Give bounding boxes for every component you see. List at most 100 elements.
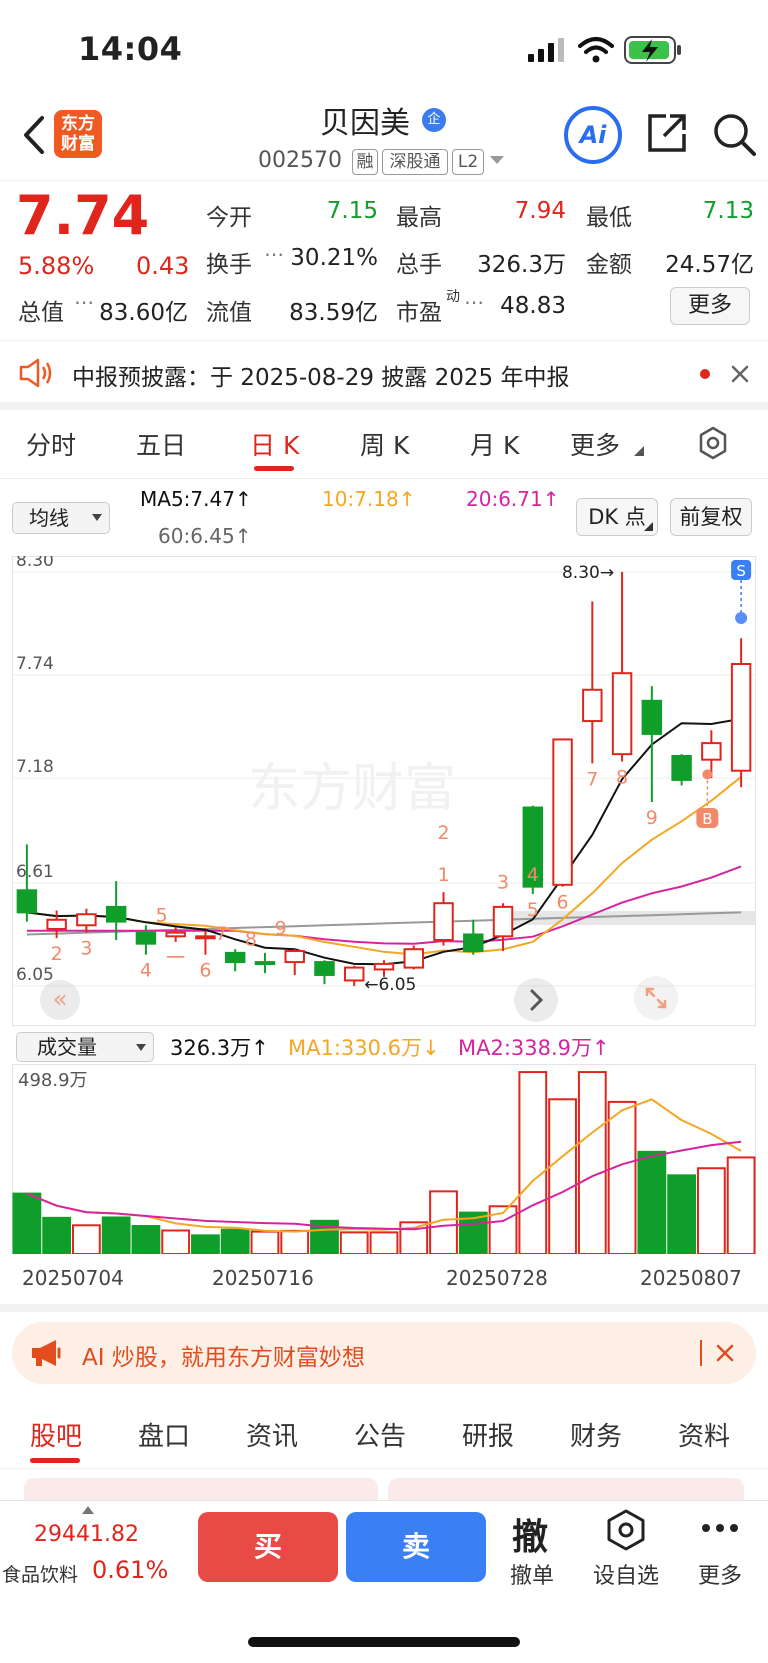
tab-weekly-k[interactable]: 周 K — [360, 426, 409, 462]
add-watchlist-button[interactable]: 设自选 — [586, 1558, 666, 1590]
tag-shenzhen-connect: 深股通 — [382, 149, 448, 175]
candle-body — [254, 961, 276, 966]
tab-five-day[interactable]: 五日 — [136, 426, 186, 462]
volume-label: 总手 — [396, 252, 442, 278]
tab-order-book[interactable]: 盘口 — [138, 1416, 190, 1453]
candle-body — [224, 951, 246, 964]
scroll-left-button[interactable]: « — [40, 980, 80, 1020]
volume-max-label: 498.9万 — [18, 1070, 88, 1091]
candle-body — [433, 902, 454, 942]
tab-intraday[interactable]: 分时 — [26, 426, 76, 462]
volume-current-text: 326.3万 — [170, 1036, 252, 1060]
float-cap-value: 83.59亿 — [289, 300, 378, 326]
stock-code: 002570 — [258, 148, 342, 173]
tab-research[interactable]: 研报 — [462, 1416, 514, 1453]
caret-up-icon[interactable] — [82, 1506, 94, 1514]
adjust-button[interactable]: 前复权 — [670, 498, 752, 536]
ma60-text: 60:6.45 — [158, 524, 235, 548]
tab-announcements[interactable]: 公告 — [354, 1416, 406, 1453]
gear-icon[interactable] — [696, 426, 730, 460]
post-card[interactable] — [388, 1478, 744, 1500]
sector-name[interactable]: 食品饮料 — [2, 1560, 78, 1587]
enterprise-badge: 企 — [422, 108, 446, 132]
volume-bar — [280, 1229, 310, 1254]
amount-label: 金额 — [586, 252, 632, 278]
sequence-label: 9 — [275, 917, 287, 939]
stock-name: 贝因美 — [320, 106, 410, 141]
ma-selector-label: 均线 — [29, 506, 69, 530]
scroll-right-button[interactable] — [514, 978, 558, 1022]
candle-body — [105, 905, 127, 923]
ai-button[interactable]: Ai — [564, 106, 622, 164]
date-label: 20250716 — [212, 1266, 314, 1290]
candle-body — [284, 950, 305, 964]
volume-bar — [191, 1234, 220, 1254]
info-icon[interactable]: ⋯ — [74, 290, 94, 314]
megaphone-icon — [32, 1340, 61, 1366]
pe-value: 48.83 — [500, 293, 566, 319]
y-tick-label: 7.74 — [16, 654, 54, 674]
chevron-right-icon — [530, 989, 544, 1011]
sequence-label: 2 — [51, 943, 63, 965]
sell-button[interactable]: 卖 — [346, 1512, 486, 1582]
close-icon[interactable] — [730, 364, 750, 384]
volume-bar — [369, 1231, 399, 1254]
info-icon[interactable]: ⋯ — [464, 290, 484, 314]
candle-body — [76, 913, 97, 927]
add-watchlist-icon[interactable] — [604, 1508, 648, 1552]
volume-bar — [548, 1098, 577, 1254]
ma5-text: MA5:7.47 — [140, 487, 235, 511]
more-actions-button[interactable]: 更多 — [680, 1558, 760, 1590]
sequence-label: 5 — [527, 899, 539, 921]
candle-body — [314, 961, 335, 976]
dropdown-icon[interactable] — [490, 156, 504, 166]
candle-body — [344, 966, 365, 982]
ma20-line — [26, 865, 742, 945]
candle-body — [135, 931, 157, 945]
sequence-label: 2 — [437, 822, 449, 844]
tab-monthly-k[interactable]: 月 K — [470, 426, 519, 462]
post-card[interactable] — [24, 1478, 378, 1500]
indicator-selector[interactable]: 成交量 — [16, 1032, 154, 1062]
divider — [700, 1340, 702, 1366]
tab-profile[interactable]: 资料 — [678, 1416, 730, 1453]
volume-bar — [131, 1225, 161, 1254]
open-label: 今开 — [206, 205, 252, 231]
tab-daily-k[interactable]: 日 K — [250, 426, 299, 462]
float-cap-label: 流值 — [206, 300, 252, 326]
signal-dot — [702, 769, 713, 780]
fullscreen-button[interactable] — [634, 976, 678, 1020]
tab-financials[interactable]: 财务 — [570, 1416, 622, 1453]
indicator-selector-label: 成交量 — [37, 1035, 97, 1059]
volume-bar — [726, 1156, 756, 1254]
buy-signal-label: B — [702, 810, 712, 828]
search-icon[interactable] — [712, 112, 756, 156]
watermark: 东方财富 — [248, 759, 456, 819]
volume-bars — [12, 1071, 756, 1254]
cancel-icon[interactable]: 撤 — [512, 1508, 548, 1560]
cancel-order-button[interactable]: 撤单 — [492, 1558, 572, 1590]
notice-text: 中报预披露：于 2025-08-29 披露 2025 年中报 — [72, 365, 570, 391]
info-icon[interactable]: ⋯ — [264, 242, 284, 266]
sector-index-value[interactable]: 29441.82 — [34, 1522, 139, 1547]
home-indicator — [248, 1637, 520, 1647]
back-button[interactable] — [16, 110, 52, 160]
ma20-text: 20:6.71 — [466, 487, 543, 511]
tab-more[interactable]: 更多 — [570, 426, 620, 462]
candle-body — [671, 755, 692, 781]
more-quote-button[interactable]: 更多 — [670, 287, 750, 325]
tab-guba[interactable]: 股吧 — [30, 1416, 82, 1453]
kline-chart[interactable]: 东方财富 2 34一65 67 89 8.307.747.186.616.05 57 8… — [12, 556, 756, 1026]
volume-bar — [667, 1174, 696, 1254]
candle-body — [373, 962, 395, 971]
date-label: 20250704 — [22, 1266, 124, 1290]
candle-body — [165, 931, 186, 938]
close-icon[interactable] — [716, 1344, 734, 1362]
more-icon[interactable] — [700, 1522, 740, 1534]
sector-change[interactable]: 0.61% — [92, 1556, 168, 1584]
buy-button[interactable]: 买 — [198, 1512, 338, 1582]
dropdown-icon — [92, 514, 102, 521]
tab-news[interactable]: 资讯 — [246, 1416, 298, 1453]
volume-chart[interactable]: 498.9万 — [12, 1064, 756, 1254]
share-icon[interactable] — [646, 112, 688, 154]
